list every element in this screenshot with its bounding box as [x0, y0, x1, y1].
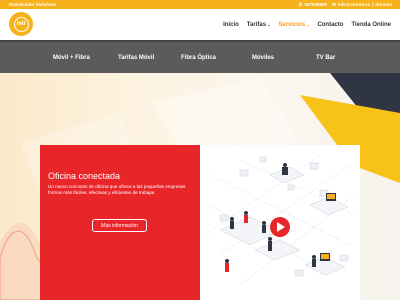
secondary-menu: Móvil + Fibra Tarifas Móvil Fibra Óptica…: [0, 40, 400, 73]
email-icon: ✉: [332, 1, 336, 7]
phone-icon: ✆: [298, 1, 303, 7]
nav-item-label: Inicio: [223, 21, 239, 28]
desk-bottom-right: [304, 253, 346, 276]
nav-item-tarifas[interactable]: Tarifas⌄: [247, 22, 271, 28]
menu-item-tarifas-movil[interactable]: Tarifas Móvil: [118, 42, 154, 73]
nav-item-inicio[interactable]: Inicio: [223, 22, 239, 28]
nav-item-servicios[interactable]: Servicios⌄: [278, 22, 309, 28]
hero-title: Oficina conectada: [48, 171, 121, 181]
illustration-svg: [204, 154, 356, 286]
nav-item-label: Tienda Online: [351, 21, 391, 28]
desk-center: [254, 237, 301, 261]
nav-item-tienda-online[interactable]: Tienda Online: [351, 22, 391, 28]
separator: |: [372, 2, 374, 7]
desk-person-top: [269, 163, 305, 184]
hero-description: Un nuevo concepto de oficina que ofrece …: [48, 184, 186, 195]
hero-card: Oficina conectada Un nuevo concepto de o…: [40, 145, 360, 300]
nav-item-label: Contacto: [317, 21, 344, 28]
menu-item-movil-fibra[interactable]: Móvil + Fibra: [53, 42, 90, 73]
email-link[interactable]: info@sinred.es: [338, 2, 370, 7]
menu-item-moviles[interactable]: Móviles: [252, 42, 274, 73]
person-bottom-left: [225, 259, 229, 272]
nav-item-label: Tarifas: [246, 21, 267, 28]
intranet-link[interactable]: Intranet: [375, 2, 392, 7]
menu-item-fibra-optica[interactable]: Fibra Óptica: [181, 42, 216, 73]
office-network-illustration: [200, 145, 360, 300]
chevron-down-icon: ⌄: [267, 21, 271, 27]
more-info-button[interactable]: Más información: [92, 219, 147, 232]
logo-text: red: [16, 21, 26, 27]
nav-item-label: Servicios: [278, 21, 306, 28]
site-header: red Inicio Tarifas⌄ Servicios⌄ Contacto …: [0, 9, 400, 40]
desk-right: [309, 193, 349, 216]
distributor-label: Distribuidor Vodafone: [9, 2, 56, 7]
site-logo[interactable]: red: [9, 12, 33, 36]
hero-card-text-panel: Oficina conectada Un nuevo concepto de o…: [40, 145, 200, 300]
chevron-down-icon: ⌄: [306, 21, 310, 27]
play-icon[interactable]: [270, 217, 290, 237]
nav-item-contacto[interactable]: Contacto: [317, 22, 343, 28]
top-bar: Distribuidor Vodafone ✆ 937006500 ✉ info…: [0, 0, 400, 9]
main-nav: Inicio Tarifas⌄ Servicios⌄ Contacto Tien…: [223, 9, 391, 40]
contact-info: ✆ 937006500 ✉ info@sinred.es | Intranet: [299, 2, 392, 8]
menu-item-tv-bar[interactable]: TV Bar: [316, 42, 335, 73]
phone-link[interactable]: 937006500: [305, 2, 328, 7]
logo-ring: red: [13, 16, 29, 32]
